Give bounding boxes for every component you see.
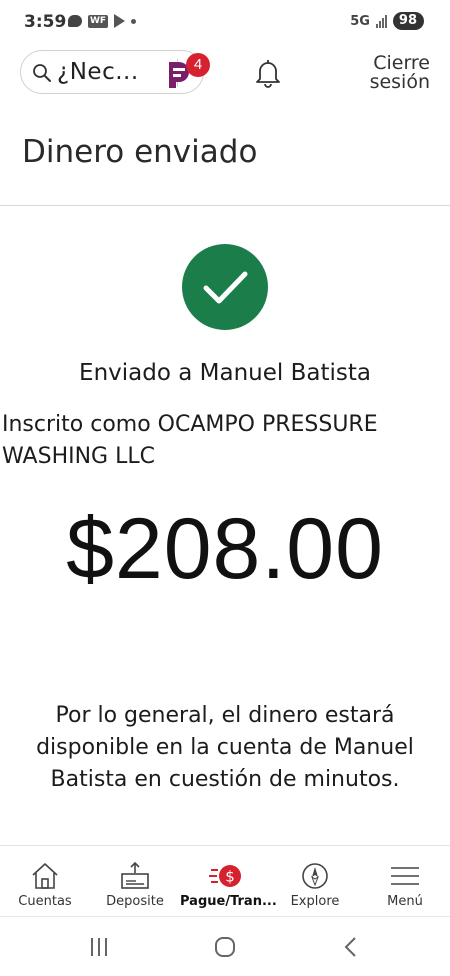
notification-icons: WF [68,14,137,28]
signal-strength-icon [375,14,387,28]
system-navigation-bar [0,917,450,976]
nav-item-cuentas[interactable]: Cuentas [0,846,90,916]
more-notifications-icon [131,18,137,24]
nav-item-deposite[interactable]: Deposite [90,846,180,916]
network-label: 5G [350,13,370,29]
amount-sent: $208.00 [66,501,384,597]
nav-label-cuentas: Cuentas [18,894,72,909]
deposit-check-icon [121,861,149,889]
page-title: Dinero enviado [22,134,258,170]
battery-indicator: 98 [392,12,424,30]
home-button-icon[interactable] [210,935,240,959]
nav-label-explore: Explore [290,894,340,909]
recent-apps-icon[interactable] [84,935,114,959]
notifications-bell-icon[interactable] [254,58,282,88]
nav-item-pague-transfiera[interactable]: $ Pague/Tran... [180,846,277,916]
availability-note: Por lo general, el dinero estará disponi… [36,703,414,792]
screen: 3:59 WF 5G 98 ¿Nec... 4 Cierre sesión Di… [0,0,450,976]
enrolled-as-line: Inscrito como OCAMPO PRESSURE WASHING LL… [2,412,378,469]
logout-button[interactable]: Cierre sesión [360,54,430,92]
status-time: 3:59 [24,12,67,32]
system-status: 5G 98 [350,12,424,30]
play-store-notification-icon [114,14,126,28]
hamburger-menu-icon [391,867,419,885]
bottom-nav: Cuentas Deposite $ Pague/Tran... Explore… [0,846,450,916]
status-bar: 3:59 WF 5G 98 [0,0,450,44]
chat-notification-icon [68,15,82,27]
title-divider [0,205,450,206]
nav-item-menu[interactable]: Menú [360,846,450,916]
nav-item-explore[interactable]: Explore [270,846,360,916]
nav-label-deposite: Deposite [106,894,164,909]
svg-text:$: $ [225,868,235,886]
search-icon [33,64,51,82]
success-check-icon [182,244,268,330]
search-input[interactable]: ¿Nec... [57,59,139,85]
recipient-line: Enviado a Manuel Batista [79,360,371,386]
compass-icon [302,863,328,889]
house-icon [32,863,58,889]
nav-label-menu: Menú [387,894,423,909]
erica-notification-badge: 4 [186,53,210,77]
wells-fargo-notification-icon: WF [88,14,109,28]
nav-label-pague-transfiera: Pague/Tran... [180,894,277,909]
pay-transfer-icon: $ [209,865,241,887]
logout-label-line2: sesión [369,71,430,93]
back-button-icon[interactable] [336,935,366,959]
